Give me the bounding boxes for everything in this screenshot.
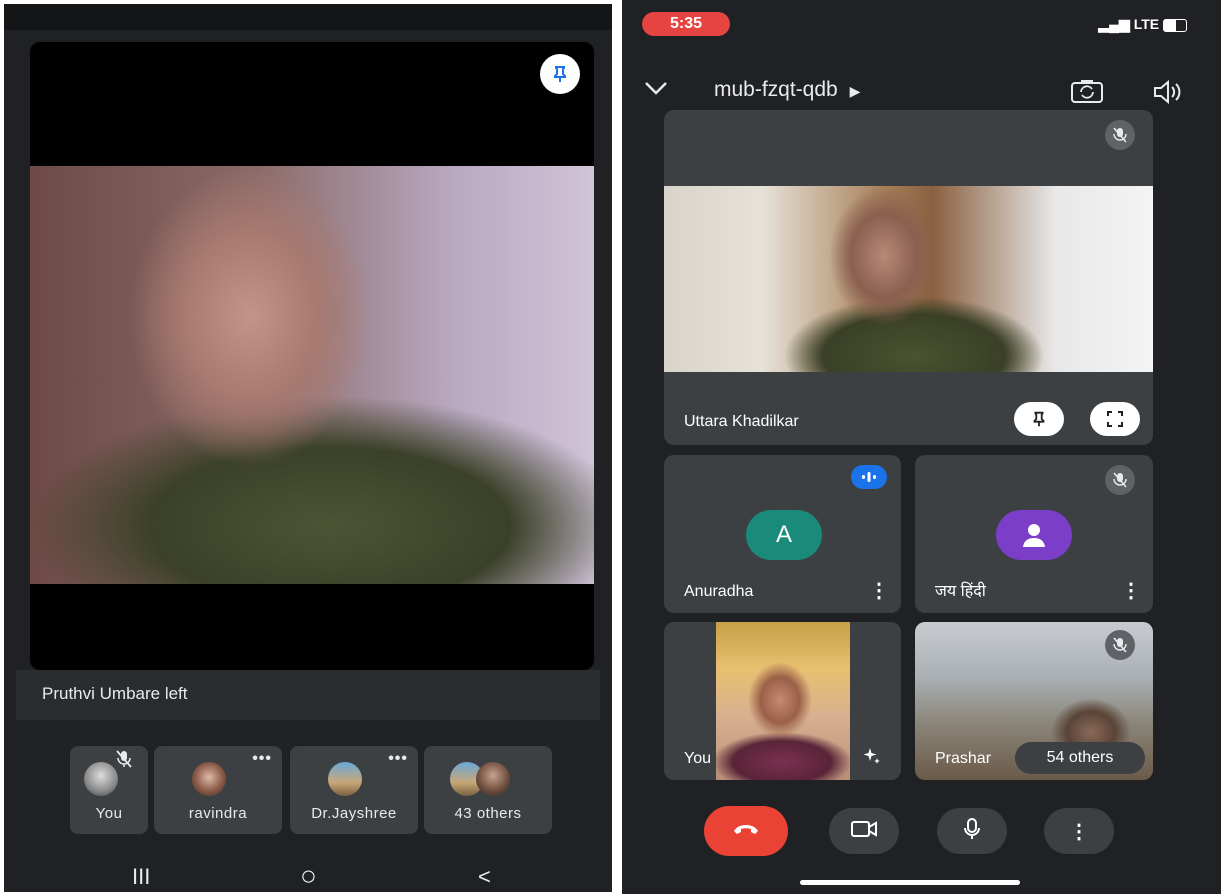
right-phone-screen: 5:35 ▂▄▆ LTE mub-fzqt-qdb ▶ Uttara Khadi…: [622, 0, 1221, 894]
recents-button[interactable]: III: [132, 864, 150, 890]
mic-off-icon: [1105, 630, 1135, 660]
signal-icon: ▂▄▆: [1098, 16, 1130, 32]
video-icon: [850, 819, 878, 844]
avatar: [84, 762, 118, 796]
participant-tile-drjayshree[interactable]: ••• Dr.Jayshree: [290, 746, 418, 834]
meeting-code[interactable]: mub-fzqt-qdb ▶: [714, 78, 860, 102]
pinned-video-tile[interactable]: [30, 42, 594, 670]
status-bar: [4, 4, 612, 30]
participant-label: ravindra: [188, 805, 248, 822]
participant-name: Anuradha: [684, 583, 754, 600]
end-call-icon: [732, 822, 760, 841]
others-count-chip[interactable]: 54 others: [1015, 742, 1145, 774]
video-toggle-button[interactable]: [829, 808, 899, 854]
participant-name: Uttara Khadilkar: [684, 413, 799, 430]
participant-video: [30, 166, 594, 584]
pin-icon[interactable]: [1014, 402, 1064, 436]
participant-name: Prashar: [935, 750, 992, 767]
participant-tile-others[interactable]: Prashar 54 others: [915, 622, 1153, 780]
participant-name: जय हिंदी: [935, 583, 986, 600]
mic-off-icon: [1105, 465, 1135, 495]
participant-tile-you[interactable]: You: [70, 746, 148, 834]
more-options-button[interactable]: ⋮: [1044, 808, 1114, 854]
participant-label: You: [95, 805, 123, 822]
chevron-down-icon[interactable]: [644, 80, 668, 101]
battery-icon: [1163, 18, 1187, 32]
others-count-label: 54 others: [1046, 749, 1114, 766]
avatar-letter: A: [775, 521, 792, 548]
mic-off-icon: [116, 750, 132, 773]
more-vertical-icon[interactable]: ⋮: [869, 578, 889, 603]
participant-tile-anuradha[interactable]: A Anuradha ⋮: [664, 455, 901, 613]
mic-off-icon: [1105, 120, 1135, 150]
participant-tile-you[interactable]: You: [664, 622, 901, 780]
featured-participant-tile[interactable]: Uttara Khadilkar: [664, 110, 1153, 445]
participant-tile-others[interactable]: 43 others: [424, 746, 552, 834]
home-indicator[interactable]: [800, 880, 1020, 885]
chevron-right-icon: ▶: [849, 83, 861, 99]
speaker-icon[interactable]: [1152, 79, 1182, 109]
pin-icon[interactable]: [540, 54, 580, 94]
camera-flip-icon[interactable]: [1070, 78, 1104, 109]
more-horizontal-icon[interactable]: •••: [388, 750, 408, 768]
participant-tile-ravindra[interactable]: ••• ravindra: [154, 746, 282, 834]
left-phone-screen: Pruthvi Umbare left You ••• ravindra •••…: [4, 4, 612, 892]
participant-video: [664, 186, 1153, 372]
speaking-indicator-icon: [851, 465, 887, 489]
more-vertical-icon: ⋮: [1069, 820, 1089, 843]
more-horizontal-icon[interactable]: •••: [252, 750, 272, 768]
notification-bar: Pruthvi Umbare left: [16, 670, 600, 720]
notification-text: Pruthvi Umbare left: [42, 684, 188, 703]
participant-tile-jay-hindi[interactable]: जय हिंदी ⋮: [915, 455, 1153, 613]
more-vertical-icon[interactable]: ⋮: [1121, 578, 1141, 603]
avatar: [996, 510, 1072, 560]
status-time: 5:35: [642, 12, 730, 36]
avatar: A: [746, 510, 822, 560]
participant-label: Dr.Jayshree: [311, 805, 397, 822]
network-label: LTE: [1133, 16, 1160, 32]
sparkle-icon[interactable]: [855, 742, 889, 770]
meeting-code-text: mub-fzqt-qdb: [714, 78, 838, 101]
back-button[interactable]: <: [478, 864, 491, 890]
android-nav-bar: III ○ <: [4, 856, 612, 892]
avatar: [328, 762, 362, 796]
avatar: [476, 762, 510, 796]
avatar: [192, 762, 226, 796]
participant-video: [716, 622, 850, 780]
home-button[interactable]: ○: [300, 860, 317, 892]
mic-icon: [962, 817, 982, 846]
end-call-button[interactable]: [704, 806, 788, 856]
fullscreen-icon[interactable]: [1090, 402, 1140, 436]
participant-name: You: [684, 750, 711, 767]
mic-toggle-button[interactable]: [937, 808, 1007, 854]
status-indicators: ▂▄▆ LTE: [1098, 16, 1187, 33]
participant-label: 43 others: [454, 805, 522, 822]
